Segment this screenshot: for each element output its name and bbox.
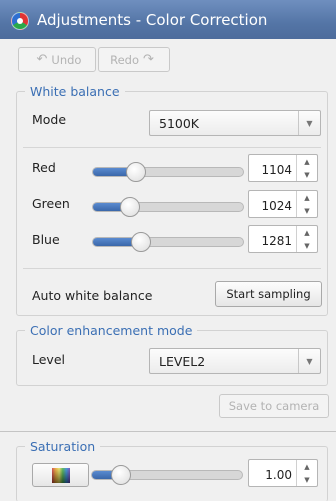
title-bar: Adjustments - Color Correction (0, 0, 336, 39)
color-spectrum-icon (52, 468, 70, 483)
green-value: 1024 (261, 199, 292, 213)
start-sampling-label: Start sampling (226, 287, 311, 301)
saturation-increment-icon[interactable]: ▲ (297, 460, 317, 473)
red-slider-handle[interactable] (126, 162, 146, 182)
blue-label: Blue (32, 232, 60, 247)
save-to-camera-label: Save to camera (228, 399, 320, 413)
red-label: Red (32, 160, 56, 175)
blue-slider[interactable] (92, 237, 244, 247)
blue-increment-icon[interactable]: ▲ (297, 226, 317, 239)
divider (23, 268, 321, 269)
blue-decrement-icon[interactable]: ▼ (297, 239, 317, 252)
green-label: Green (32, 196, 70, 211)
blue-value: 1281 (261, 234, 292, 248)
start-sampling-button[interactable]: Start sampling (215, 281, 322, 307)
red-decrement-icon[interactable]: ▼ (297, 168, 317, 181)
chevron-down-icon[interactable]: ▼ (298, 349, 320, 373)
blue-spinbox[interactable]: 1281 ▲ ▼ (248, 225, 318, 253)
redo-button[interactable]: Redo ↷ (98, 47, 170, 72)
green-slider-handle[interactable] (120, 197, 140, 217)
red-slider[interactable] (92, 167, 244, 177)
red-spin-arrows: ▲ ▼ (296, 155, 317, 181)
red-value: 1104 (261, 163, 292, 177)
divider (23, 147, 321, 148)
saturation-decrement-icon[interactable]: ▼ (297, 473, 317, 486)
saturation-spin-arrows: ▲ ▼ (296, 460, 317, 486)
saturation-preview-button[interactable] (32, 463, 89, 487)
window-title: Adjustments - Color Correction (37, 11, 268, 29)
white-balance-group: White balance Mode 5100K ▼ Red 1104 ▲ ▼ … (16, 84, 328, 316)
color-enhancement-group: Color enhancement mode Level LEVEL2 ▼ (16, 323, 328, 386)
white-balance-legend: White balance (25, 84, 125, 99)
green-slider[interactable] (92, 202, 244, 212)
undo-arrow-icon: ↶ (36, 52, 48, 67)
color-enhancement-legend: Color enhancement mode (25, 323, 198, 338)
saturation-value: 1.00 (265, 468, 292, 482)
color-wheel-icon (11, 12, 29, 30)
blue-spin-arrows: ▲ ▼ (296, 226, 317, 252)
chevron-down-icon[interactable]: ▼ (298, 111, 320, 135)
mode-label: Mode (32, 112, 67, 127)
auto-white-balance-label: Auto white balance (32, 288, 153, 303)
level-select[interactable]: LEVEL2 ▼ (149, 348, 321, 374)
red-spinbox[interactable]: 1104 ▲ ▼ (248, 154, 318, 182)
section-divider (0, 431, 336, 432)
mode-select[interactable]: 5100K ▼ (149, 110, 321, 136)
green-decrement-icon[interactable]: ▼ (297, 204, 317, 217)
redo-arrow-icon: ↷ (142, 52, 154, 67)
level-value: LEVEL2 (159, 354, 206, 369)
saturation-legend: Saturation (25, 439, 101, 454)
green-increment-icon[interactable]: ▲ (297, 191, 317, 204)
green-spinbox[interactable]: 1024 ▲ ▼ (248, 190, 318, 218)
save-to-camera-button[interactable]: Save to camera (219, 394, 329, 418)
undo-button[interactable]: ↶ Undo (18, 47, 96, 72)
green-spin-arrows: ▲ ▼ (296, 191, 317, 217)
redo-label: Redo (110, 52, 139, 67)
saturation-slider-handle[interactable] (111, 465, 131, 485)
saturation-spinbox[interactable]: 1.00 ▲ ▼ (248, 459, 318, 487)
level-label: Level (32, 352, 65, 367)
mode-value: 5100K (159, 116, 200, 131)
undo-label: Undo (51, 52, 82, 67)
blue-slider-handle[interactable] (131, 232, 151, 252)
red-increment-icon[interactable]: ▲ (297, 155, 317, 168)
